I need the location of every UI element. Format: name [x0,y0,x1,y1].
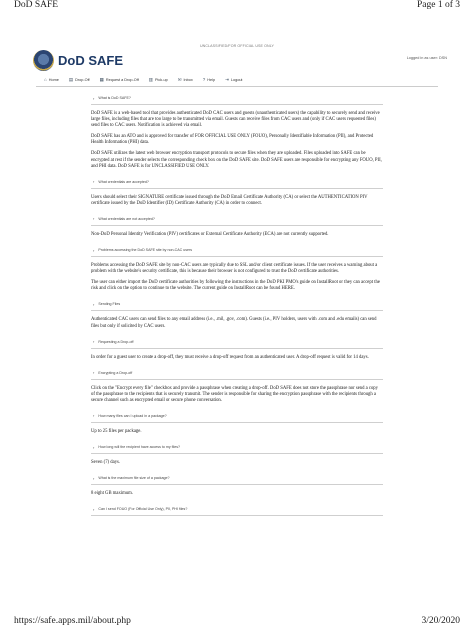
chevron-right-icon: › [93,370,95,376]
nav-item-label: Inbox [183,77,193,82]
faq-question-text: Encrypting a Drop-off [98,370,133,375]
nav-item-label: Pick-up [155,77,168,82]
chevron-right-icon: › [93,95,95,101]
faq-question-text: Problems accessing the DoD SAFE site by … [98,248,193,253]
faq-answer: DoD SAFE is a web-based tool that provid… [91,105,383,176]
main-nav: ⌂ Home ▤ Drop-Off ▦ Request a Drop-Off ▥ Pick-u… [36,74,438,85]
inbox-icon: ✉ [177,76,182,82]
faq-answer-paragraph: Users should select their SIGNATURE cert… [91,194,368,206]
faq-answer-paragraph: Non-DoD Personal Identity Verification (… [91,231,329,237]
faq-answer-paragraph: Click on the "Encrypt every file" checkb… [91,385,378,403]
print-footer: https://safe.apps.mil/about.php 3/20/202… [14,616,460,630]
faq-question-text: How long will the recipient have access … [98,445,181,450]
nav-item-logout[interactable]: ⇥ Logout [225,77,242,83]
classification-banner: UNCLASSIFIED/FOR OFFICIAL USE ONLY [199,44,275,48]
nav-divider [36,86,438,87]
print-title: DoD SAFE [14,0,59,10]
pickup-icon: ▥ [148,76,154,82]
faq-question[interactable]: › How long will the recipient have access… [91,441,383,455]
chevron-right-icon: › [93,339,95,345]
chevron-right-icon: › [93,247,95,253]
brand-title: DoD SAFE [58,53,123,68]
nav-item-help[interactable]: ? Help [203,77,215,82]
faq-question-text: What credentials are not accepted? [98,216,155,221]
print-date: 3/20/2020 [421,616,460,626]
logged-in-status: Logged in as user: DSN [406,56,447,60]
faq-question-text: Requesting a Drop-off [98,339,134,344]
brand[interactable]: DoD SAFE [33,50,123,71]
faq-question[interactable]: › Sending Files [91,298,383,312]
faq-answer: Up to 25 files per package. [91,423,383,441]
faq-question[interactable]: › What is the maximum file size of a pack… [91,472,383,486]
dod-seal-icon [33,50,54,71]
nav-item-home[interactable]: ⌂ Home [44,77,59,82]
print-url: https://safe.apps.mil/about.php [14,616,131,626]
faq-answer: Click on the "Encrypt every file" checkb… [91,380,383,410]
faq-question-text: How many files can I upload in a package… [98,413,167,418]
chevron-right-icon: › [93,413,95,419]
help-icon: ? [202,77,206,82]
print-header: DoD SAFE Page 1 of 3 [14,0,460,14]
faq-question-text: What credentials are accepted? [98,179,149,184]
faq-answer-paragraph: Up to 25 files per package. [91,428,142,434]
chevron-right-icon: › [93,216,95,222]
faq-answer-paragraph: Authenticated CAC users can send files t… [91,317,377,329]
dropoff-icon: ▤ [68,76,74,82]
faq-answer-paragraph: 8 eight GB maximum. [91,491,133,497]
nav-item-label: Help [207,77,216,82]
faq-question[interactable]: › What credentials are not accepted? [91,213,383,226]
nav-item-label: Home [48,77,59,82]
faq-answer: Authenticated CAC users can send files t… [91,311,383,335]
faq-question[interactable]: › Problems accessing the DoD SAFE site by… [91,244,383,258]
chevron-right-icon: › [93,506,95,512]
faq-answer-paragraph: In order for a guest user to create a dr… [91,354,369,360]
faq-answer: Users should select their SIGNATURE cert… [91,189,383,213]
faq-question[interactable]: › Can I send FOUO (For Official Use Only)… [91,503,383,517]
faq-question-text: What is DoD SAFE? [98,96,131,100]
nav-item-request-a-drop-off[interactable]: ▦ Request a Drop-Off [100,77,139,83]
nav-item-label: Logout [230,77,243,82]
faq-question[interactable]: › How many files can I upload in a packag… [91,410,383,423]
faq-list: › What is DoD SAFE? DoD SAFE is a web-base… [91,92,383,517]
nav-item-inbox[interactable]: ✉ Inbox [178,77,193,83]
faq-question-text: Sending Files [98,302,121,307]
nav-item-pick-up[interactable]: ▥ Pick-up [149,77,168,83]
faq-answer-paragraph: DoD SAFE has an ATO and is approved for … [91,134,374,146]
chevron-right-icon: › [93,444,95,450]
nav-item-drop-off[interactable]: ▤ Drop-Off [69,77,90,83]
faq-question[interactable]: › What credentials are accepted? [91,176,383,189]
faq-answer-paragraph: DoD SAFE is a web-based tool that provid… [91,111,380,129]
faq-answer: Seven (7) days. [91,454,383,472]
chevron-right-icon: › [93,179,95,185]
faq-answer: Non-DoD Personal Identity Verification (… [91,226,383,244]
faq-question-text: Can I send FOUO (For Official Use Only),… [98,507,188,512]
faq-answer: Problems accessing the DoD SAFE site by … [91,257,383,298]
logout-icon: ⇥ [225,76,229,82]
faq-answer: 8 eight GB maximum. [91,485,383,503]
home-icon: ⌂ [44,77,47,82]
request-icon: ▦ [99,76,104,82]
faq-answer-paragraph: The user can either import the DoD certi… [91,280,380,292]
chevron-right-icon: › [93,301,95,307]
chevron-right-icon: › [93,475,95,481]
faq-answer-paragraph: Problems accessing the DoD SAFE site by … [91,263,378,275]
faq-question[interactable]: › Encrypting a Drop-off [91,367,383,380]
faq-question[interactable]: › What is DoD SAFE? [91,92,383,105]
faq-question-text: What is the maximum file size of a packa… [98,476,170,481]
print-page-number: Page 1 of 3 [416,0,460,10]
nav-item-label: Drop-Off [75,77,90,82]
faq-answer-paragraph: Seven (7) days. [91,460,121,466]
nav-item-label: Request a Drop-Off [105,77,139,82]
faq-answer: In order for a guest user to create a dr… [91,349,383,367]
faq-question[interactable]: › Requesting a Drop-off [91,336,383,349]
faq-answer-paragraph: DoD SAFE utilizes the latest web browser… [91,151,382,169]
